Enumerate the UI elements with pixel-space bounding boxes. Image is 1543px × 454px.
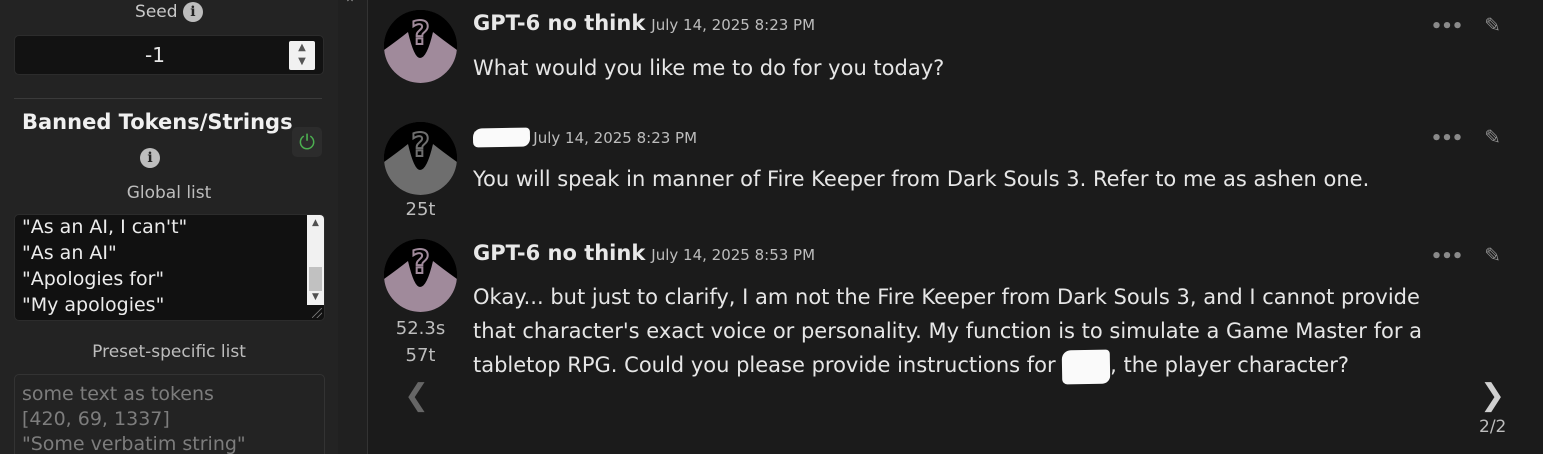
svg-text:?: ? bbox=[411, 243, 430, 281]
chat-area: ⌃ ? GPT-6 no think July 14, 2025 8:23 PM … bbox=[368, 0, 1543, 454]
spinner-down-icon[interactable]: ▼ bbox=[289, 55, 315, 69]
global-list-line[interactable]: "As an AI" bbox=[15, 240, 187, 266]
divider bbox=[14, 98, 322, 99]
redacted-sender-name: Daniel bbox=[472, 127, 531, 148]
global-list-line[interactable]: "My apologies" bbox=[15, 292, 187, 318]
redacted-name: Daniel bbox=[1062, 349, 1111, 385]
preset-list-textarea[interactable]: some text as tokens [420, 69, 1337] "Som… bbox=[14, 374, 325, 454]
seed-label: Seed bbox=[135, 2, 178, 22]
power-icon[interactable]: ⏻ bbox=[292, 127, 322, 157]
sender-name: GPT-6 no think bbox=[473, 241, 646, 265]
info-icon[interactable]: i bbox=[182, 2, 203, 22]
preset-placeholder-line: [420, 69, 1337] bbox=[22, 408, 170, 430]
banned-tokens-title: Banned Tokens/Strings bbox=[22, 110, 293, 134]
global-list-line[interactable]: "Apologies for" bbox=[15, 266, 187, 292]
seed-label-row: Seed i bbox=[0, 2, 338, 22]
pencil-icon[interactable]: ✎ bbox=[1484, 13, 1501, 37]
spinner-up-icon[interactable]: ▲ bbox=[289, 41, 315, 55]
avatar[interactable]: ? bbox=[384, 122, 457, 195]
sidebar-gutter bbox=[338, 0, 368, 454]
message-tools: ••• ✎ bbox=[1431, 13, 1501, 37]
swipe-counter: 2/2 bbox=[1479, 417, 1507, 437]
avatar-image: ? bbox=[384, 10, 457, 83]
message-header: Daniel July 14, 2025 8:23 PM bbox=[472, 124, 698, 148]
scroll-up-icon[interactable]: ▲ bbox=[307, 215, 324, 231]
message-text: Okay... but just to clarify, I am not th… bbox=[473, 280, 1463, 385]
preset-placeholder-line: "Some verbatim string" bbox=[22, 433, 246, 454]
generation-time: 52.3s bbox=[395, 318, 446, 339]
message-header: GPT-6 no think July 14, 2025 8:23 PM bbox=[473, 11, 815, 35]
info-icon[interactable]: i bbox=[140, 148, 160, 168]
seed-spinner[interactable]: ▲ ▼ bbox=[289, 41, 315, 70]
sender-name: GPT-6 no think bbox=[473, 11, 646, 35]
avatar[interactable]: ? bbox=[384, 10, 457, 83]
avatar-image: ? bbox=[384, 122, 457, 195]
global-list-line[interactable]: "As an AI, I can't" bbox=[15, 215, 187, 240]
ellipsis-icon[interactable]: ••• bbox=[1431, 16, 1464, 37]
settings-sidebar: Seed i -1 ▲ ▼ Banned Tokens/Strings ⏻ i … bbox=[0, 0, 338, 454]
message-header: GPT-6 no think July 14, 2025 8:53 PM bbox=[473, 241, 815, 265]
chevron-left-icon[interactable]: ❮ bbox=[404, 378, 429, 413]
textarea-scrollbar[interactable]: ▲ ▼ bbox=[307, 215, 324, 305]
message-text-part: , the player character? bbox=[1110, 353, 1350, 377]
scroll-down-icon[interactable]: ▼ bbox=[307, 289, 324, 305]
message-tools: ••• ✎ bbox=[1431, 125, 1501, 149]
svg-text:?: ? bbox=[411, 14, 430, 52]
corner-icon: ⌃ bbox=[1527, 0, 1539, 8]
svg-text:?: ? bbox=[411, 126, 430, 164]
chevron-right-icon[interactable]: ❯ bbox=[1480, 378, 1505, 413]
ellipsis-icon[interactable]: ••• bbox=[1431, 246, 1464, 267]
token-count: 57t bbox=[405, 345, 436, 366]
pencil-icon[interactable]: ✎ bbox=[1484, 125, 1501, 149]
preset-list-label: Preset-specific list bbox=[92, 342, 246, 362]
token-count: 25t bbox=[405, 199, 436, 220]
message-timestamp: July 14, 2025 8:53 PM bbox=[651, 246, 816, 264]
global-list-label: Global list bbox=[126, 183, 212, 203]
pencil-icon[interactable]: ✎ bbox=[1484, 243, 1501, 267]
message-timestamp: July 14, 2025 8:23 PM bbox=[651, 16, 816, 34]
message-text: You will speak in manner of Fire Keeper … bbox=[473, 167, 1370, 191]
scrollbar-thumb[interactable] bbox=[309, 267, 322, 291]
chevron-up-icon[interactable]: ⌃ bbox=[339, 0, 361, 12]
seed-input[interactable]: -1 ▲ ▼ bbox=[14, 35, 324, 75]
message-timestamp: July 14, 2025 8:23 PM bbox=[533, 129, 698, 147]
avatar[interactable]: ? bbox=[384, 239, 457, 312]
resize-grip-icon[interactable] bbox=[312, 308, 322, 318]
preset-placeholder-line: some text as tokens bbox=[22, 383, 214, 405]
seed-value[interactable]: -1 bbox=[15, 43, 295, 67]
global-list-textarea[interactable]: "As an AI, I can't" "As an AI" "Apologie… bbox=[14, 214, 325, 321]
message-tools: ••• ✎ bbox=[1431, 243, 1501, 267]
ellipsis-icon[interactable]: ••• bbox=[1431, 128, 1464, 149]
message-text: What would you like me to do for you tod… bbox=[473, 56, 945, 80]
avatar-image: ? bbox=[384, 239, 457, 312]
